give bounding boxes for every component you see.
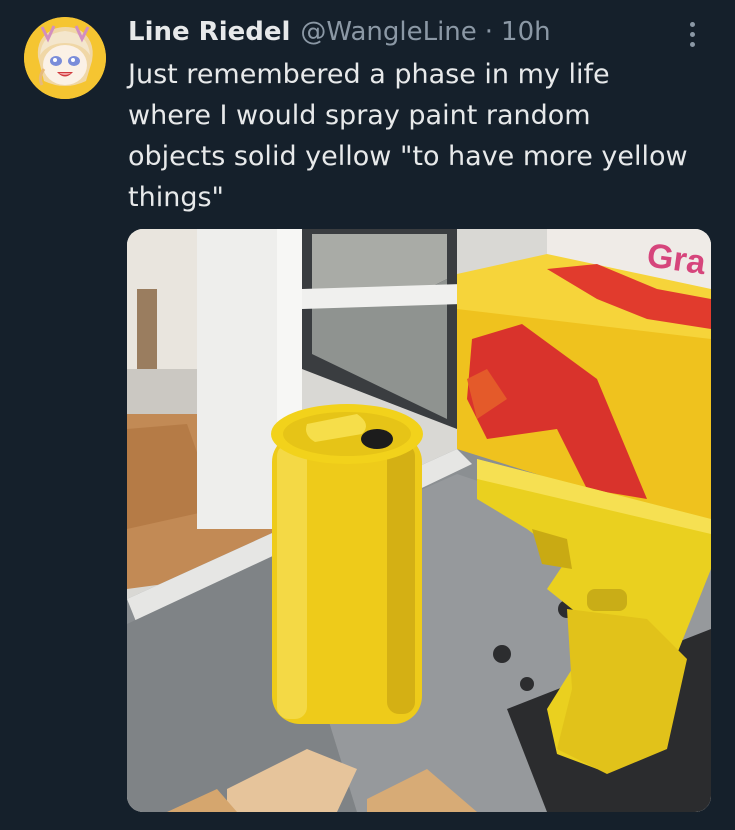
tweet-text: Just remembered a phase in my life where… — [128, 54, 718, 218]
tweet: Line Riedel @WangleLine · 10h Just remem… — [0, 0, 735, 830]
tweet-text-line: where I would spray paint random — [128, 100, 591, 131]
user-handle[interactable]: @WangleLine — [300, 17, 476, 47]
photo-scene: Gra — [127, 229, 711, 812]
tweet-header: Line Riedel @WangleLine · 10h — [128, 12, 551, 52]
display-name[interactable]: Line Riedel — [128, 17, 290, 47]
timestamp[interactable]: 10h — [501, 17, 551, 47]
tweet-photo[interactable]: Gra — [127, 229, 711, 812]
separator-dot: · — [484, 17, 494, 47]
avatar-drawing — [24, 17, 106, 99]
tweet-text-line: Just remembered a phase in my life — [128, 59, 610, 90]
more-dot — [689, 21, 695, 27]
more-dot — [689, 41, 695, 47]
more-dot — [689, 31, 695, 37]
more-options-icon[interactable] — [676, 16, 708, 52]
avatar[interactable] — [24, 17, 106, 99]
tweet-text-line: objects solid yellow "to have more yello… — [128, 141, 688, 172]
tweet-text-line: things" — [128, 182, 224, 213]
